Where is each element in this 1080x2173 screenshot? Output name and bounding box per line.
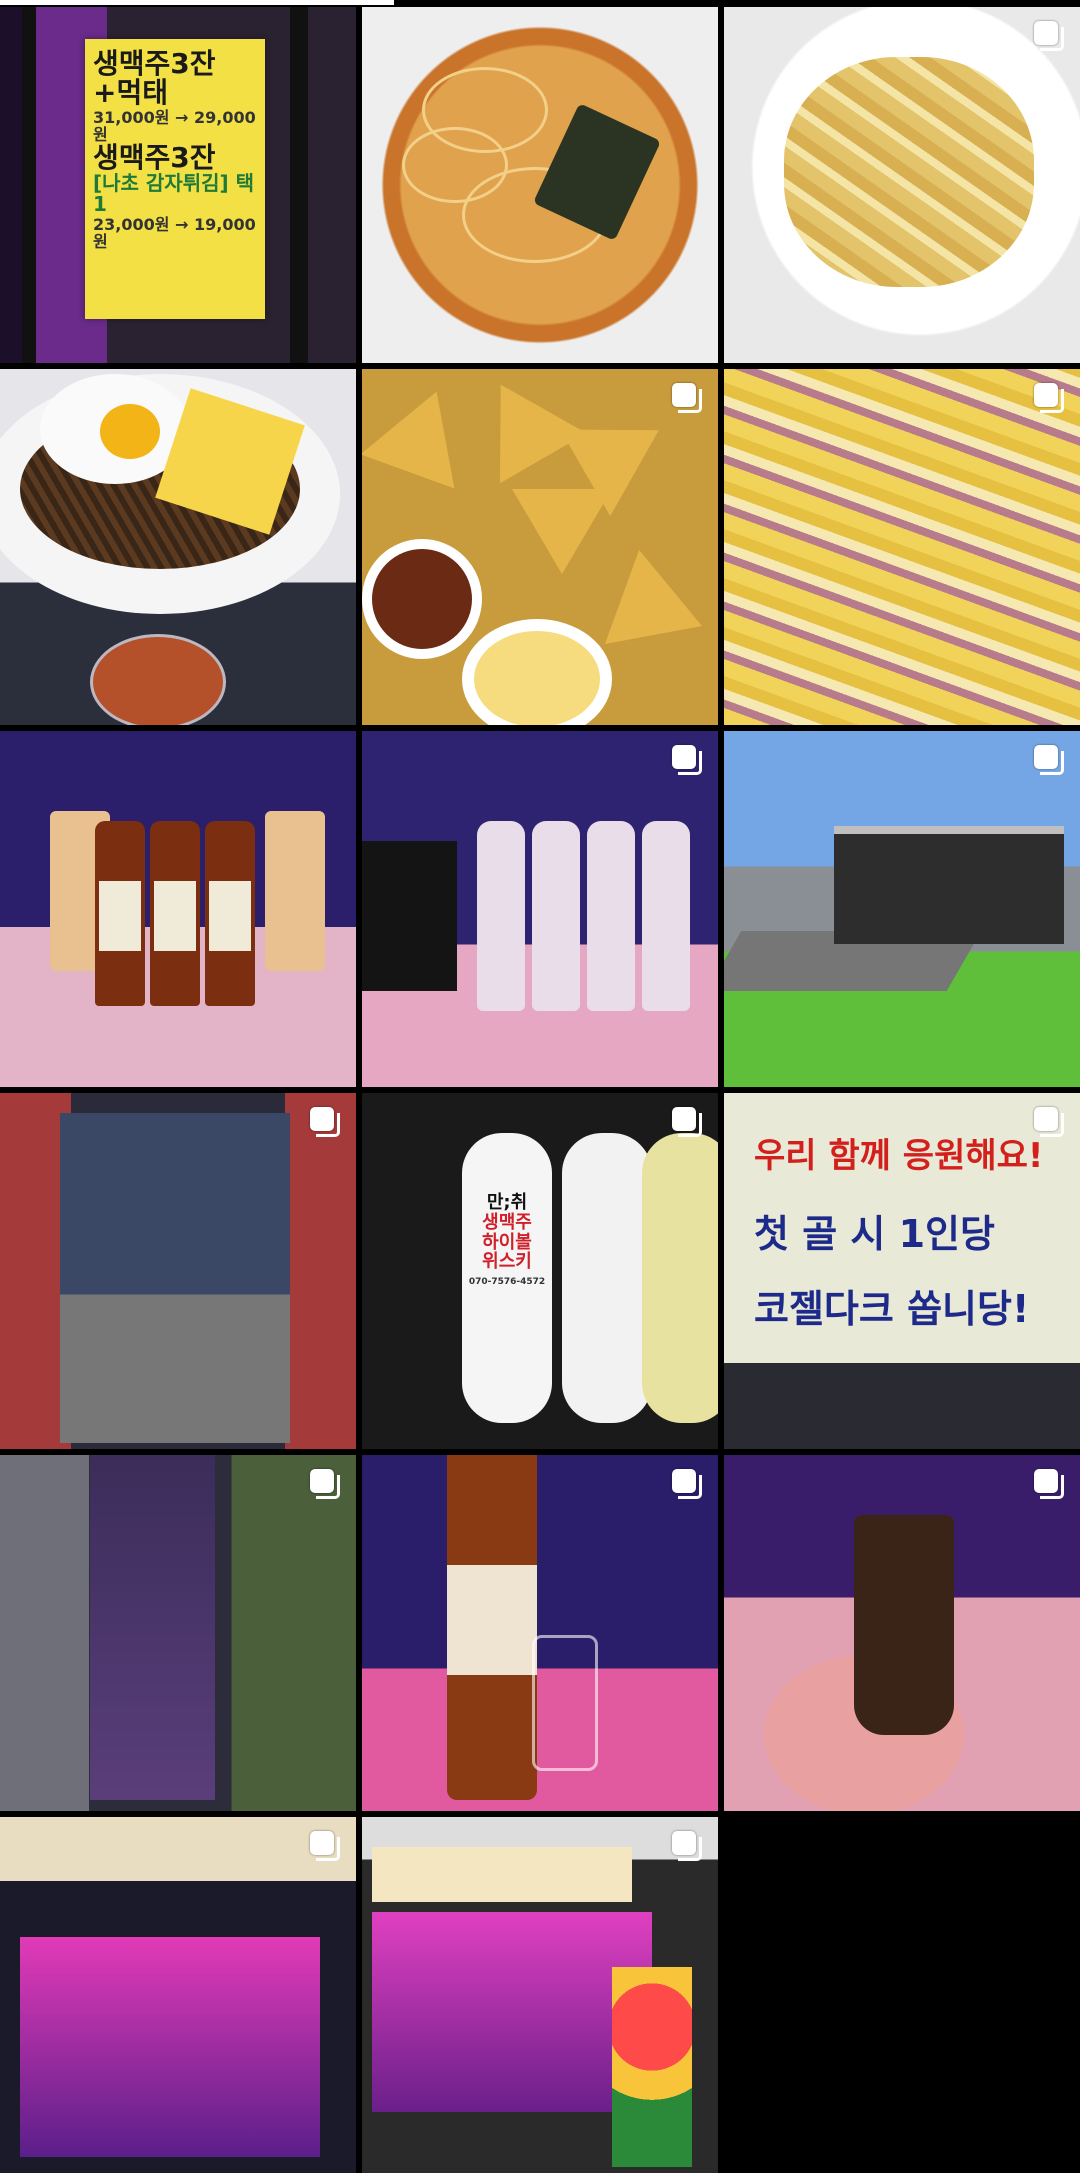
- post-thumbnail: [724, 1455, 1080, 1811]
- grid-item-night-exterior[interactable]: [0, 1817, 356, 2173]
- post-thumbnail: [0, 1817, 356, 2173]
- poster-line: 생맥주3잔: [93, 47, 216, 80]
- post-thumbnail: [724, 731, 1080, 1087]
- story-progress-bar: [0, 0, 395, 5]
- banner-text: 위스키: [482, 1251, 532, 1273]
- carousel-icon: [310, 1469, 342, 1501]
- carousel-icon: [1034, 1469, 1066, 1501]
- grid-item-glenfiddich[interactable]: [362, 1455, 718, 1811]
- post-thumbnail: [362, 369, 718, 725]
- grid-item-standee[interactable]: [0, 1455, 356, 1811]
- carousel-icon: [1034, 745, 1066, 777]
- photo-grid: 생맥주3잔 +먹태 31,000원 → 29,000원 생맥주3잔 [나초 감자…: [0, 7, 1080, 2173]
- post-thumbnail: [362, 7, 718, 363]
- grid-empty-slot: [724, 1817, 1080, 2173]
- post-thumbnail: [0, 1093, 356, 1449]
- post-thumbnail: [0, 731, 356, 1087]
- poster-line: +먹태: [93, 76, 168, 110]
- banner-text: 070-7576-4572: [468, 1277, 546, 1288]
- carousel-icon: [310, 1831, 342, 1863]
- carousel-icon: [672, 1469, 704, 1501]
- grid-item-storefront-lawn[interactable]: [724, 731, 1080, 1087]
- post-thumbnail: [362, 731, 718, 1087]
- post-thumbnail: 만;취 생맥주 하이볼 위스키 070-7576-4572: [362, 1093, 718, 1449]
- grid-item-cheese-fries[interactable]: [724, 369, 1080, 725]
- carousel-icon: [672, 383, 704, 415]
- post-thumbnail: [0, 369, 356, 725]
- grid-item-window-sign[interactable]: 우리 함께 응원해요! 첫 골 시 1인당 코젤다크 쏩니당!: [724, 1093, 1080, 1449]
- grid-item-day-exterior[interactable]: [362, 1817, 718, 2173]
- banner-text: 만;취: [486, 1192, 528, 1213]
- post-thumbnail: 우리 함께 응원해요! 첫 골 시 1인당 코젤다크 쏩니당!: [724, 1093, 1080, 1449]
- banner-text: 하이볼: [482, 1231, 532, 1253]
- post-thumbnail: [362, 1817, 718, 2173]
- sign-line: 코젤다크 쏩니당!: [754, 1287, 1030, 1331]
- sign-line: 첫 골 시 1인당: [754, 1212, 995, 1256]
- post-thumbnail: [0, 1455, 356, 1811]
- post-thumbnail: [724, 7, 1080, 363]
- grid-item-cream-pasta[interactable]: [724, 7, 1080, 363]
- poster-note: [나초 감자튀김] 택1: [93, 170, 255, 216]
- sign-line: 우리 함께 응원해요!: [754, 1136, 1044, 1176]
- grid-item-nachos[interactable]: [362, 369, 718, 725]
- carousel-icon: [1034, 383, 1066, 415]
- grid-item-balvenie-whisky[interactable]: [0, 731, 356, 1087]
- carousel-icon: [672, 745, 704, 777]
- grid-item-outdoor-banners[interactable]: 만;취 생맥주 하이볼 위스키 070-7576-4572: [362, 1093, 718, 1449]
- carousel-icon: [310, 1107, 342, 1139]
- carousel-icon: [672, 1107, 704, 1139]
- post-thumbnail: [362, 1455, 718, 1811]
- grid-item-ramen[interactable]: [362, 7, 718, 363]
- grid-item-jjapaguri[interactable]: [0, 369, 356, 725]
- poster-price: 31,000원 → 29,000원: [93, 107, 256, 144]
- carousel-icon: [1034, 21, 1066, 53]
- carousel-icon: [1034, 1107, 1066, 1139]
- post-thumbnail: 생맥주3잔 +먹태 31,000원 → 29,000원 생맥주3잔 [나초 감자…: [0, 7, 356, 363]
- poster-line: 생맥주3잔: [93, 141, 216, 175]
- grid-item-soju-bottles[interactable]: [362, 731, 718, 1087]
- post-thumbnail: [724, 369, 1080, 725]
- menu-poster: 생맥주3잔 +먹태 31,000원 → 29,000원 생맥주3잔 [나초 감자…: [85, 39, 265, 319]
- grid-item-kozel-dark[interactable]: [724, 1455, 1080, 1811]
- banner-text: 생맥주: [482, 1211, 532, 1233]
- carousel-icon: [672, 1831, 704, 1863]
- grid-item-menu-sign[interactable]: 생맥주3잔 +먹태 31,000원 → 29,000원 생맥주3잔 [나초 감자…: [0, 7, 356, 363]
- poster-price: 23,000원 → 19,000원: [93, 214, 256, 251]
- grid-item-entrance-door[interactable]: [0, 1093, 356, 1449]
